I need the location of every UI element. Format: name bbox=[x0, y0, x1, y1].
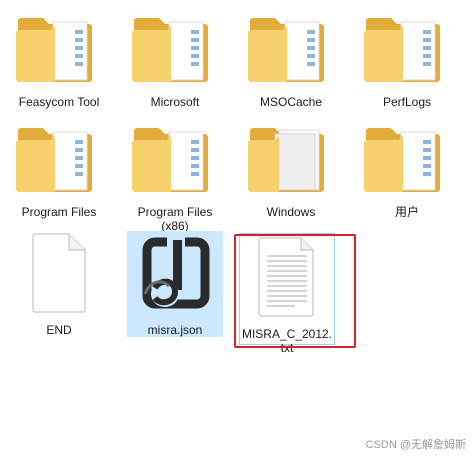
folder-icon bbox=[132, 18, 208, 82]
folder-icon bbox=[16, 18, 92, 82]
file-label: Windows bbox=[266, 205, 316, 219]
file-label: PerfLogs bbox=[382, 95, 432, 109]
watermark: CSDN @无解詹姆斯 bbox=[365, 439, 466, 451]
json-file-icon bbox=[142, 236, 210, 309]
folder-msocache[interactable]: MSOCache bbox=[236, 8, 346, 109]
annotation-red-box bbox=[234, 234, 356, 348]
file-misra-json[interactable]: misra.json bbox=[120, 232, 230, 337]
folder-icon bbox=[248, 18, 324, 82]
file-label-line: Program Files bbox=[137, 205, 213, 219]
folder-feasycom-tool[interactable]: Feasycom Tool bbox=[4, 8, 114, 109]
folder-icon bbox=[364, 18, 440, 82]
folder-icon bbox=[364, 128, 440, 192]
file-end[interactable]: END bbox=[4, 232, 114, 337]
folder-icon bbox=[248, 128, 324, 192]
folder-program-files-x86[interactable]: Program Files (x86) bbox=[120, 118, 230, 233]
file-label: Program Files (x86) bbox=[120, 205, 230, 233]
folder-icon bbox=[132, 128, 208, 192]
file-label: Feasycom Tool bbox=[18, 95, 100, 109]
folder-perflogs[interactable]: PerfLogs bbox=[352, 8, 462, 109]
file-label: 用户 bbox=[394, 205, 419, 219]
folder-icon bbox=[16, 128, 92, 192]
folder-windows[interactable]: Windows bbox=[236, 118, 346, 219]
folder-microsoft[interactable]: Microsoft bbox=[120, 8, 230, 109]
file-label: Microsoft bbox=[150, 95, 200, 109]
blank-file-icon bbox=[32, 233, 86, 313]
file-label: MSOCache bbox=[259, 95, 323, 109]
file-label: Program Files bbox=[21, 205, 97, 219]
file-label: misra.json bbox=[147, 323, 203, 337]
file-label: END bbox=[46, 323, 72, 337]
folder-program-files[interactable]: Program Files bbox=[4, 118, 114, 219]
folder-users[interactable]: 用户 bbox=[352, 118, 462, 219]
